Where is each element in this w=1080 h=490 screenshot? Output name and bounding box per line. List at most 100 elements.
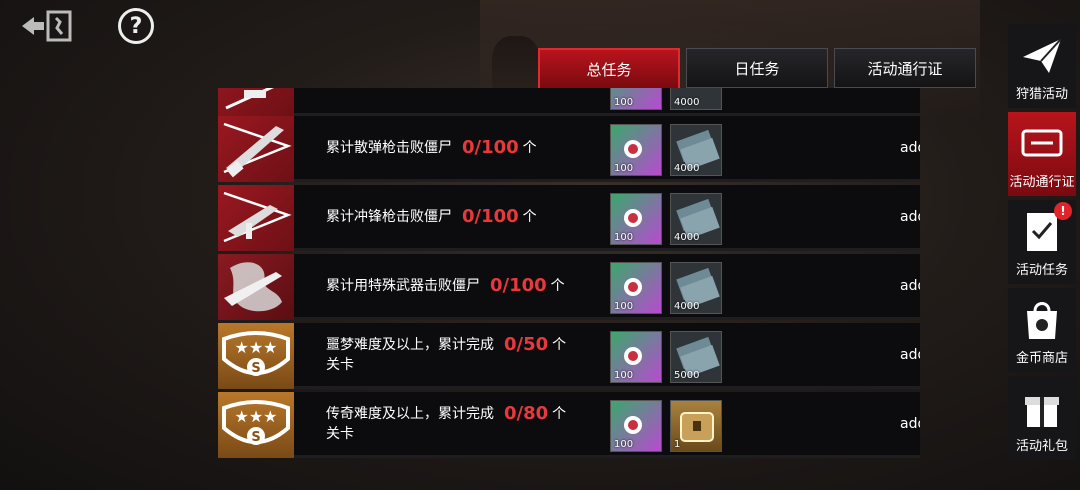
gift-icon (1025, 397, 1059, 427)
sidebar-item-event-pass[interactable]: 活动通行证 (1008, 112, 1076, 196)
background-figure (492, 36, 540, 94)
add-label: add (900, 346, 920, 363)
task-row: 累计冲锋枪击败僵尸 0/100 个 100 4000 add (218, 185, 920, 251)
sidebar-label: 金币商店 (1015, 351, 1068, 366)
reward-qty: 100 (614, 97, 634, 108)
reward-qty: 5000 (674, 370, 700, 381)
help-label: ? (129, 13, 143, 39)
task-progress: 0/100 (490, 274, 547, 296)
tab-total-tasks[interactable]: 总任务 (538, 48, 680, 90)
task-description: 传奇难度及以上，累计完成 0/80 个 关卡 (326, 392, 596, 455)
task-text: 传奇难度及以上，累计完成 (326, 405, 494, 422)
reward-qty: 4000 (674, 301, 700, 312)
svg-text:S: S (251, 430, 260, 445)
sidebar-item-hunting-event[interactable]: 狩猎活动 (1008, 24, 1076, 108)
task-description: 噩梦难度及以上，累计完成 0/50 个 关卡 (326, 323, 596, 386)
task-text-continued: 关卡 (326, 425, 354, 442)
task-unit: 个 (522, 139, 537, 156)
tab-event-pass[interactable]: 活动通行证 (834, 48, 976, 88)
add-label: add (900, 139, 920, 156)
add-button[interactable]: add (900, 116, 920, 179)
ticket-reward[interactable]: 100 (610, 88, 662, 110)
reward-qty: 4000 (674, 163, 700, 174)
three-star-badge-icon: ★★★ S (218, 323, 294, 389)
task-unit: 个 (552, 336, 567, 353)
reward-qty: 1 (674, 439, 681, 450)
cash-reward[interactable]: 4000 (670, 124, 722, 176)
tab-label: 活动通行证 (867, 59, 943, 78)
exit-door-icon (22, 10, 72, 42)
help-button[interactable]: ? (118, 8, 154, 44)
sidebar-item-coin-shop[interactable]: 金币商店 (1008, 288, 1076, 372)
sidebar-label: 活动通行证 (1009, 175, 1075, 190)
task-unit: 个 (552, 405, 567, 422)
sidebar-label: 活动礼包 (1015, 439, 1068, 454)
tab-daily-tasks[interactable]: 日任务 (686, 48, 828, 88)
task-progress: 0/50 (504, 333, 549, 355)
svg-text:S: S (251, 361, 260, 376)
task-text: 累计用特殊武器击败僵尸 (326, 277, 480, 294)
task-description: 累计冲锋枪击败僵尸 0/100 个 (326, 185, 596, 248)
ticket-reward[interactable]: 100 (610, 193, 662, 245)
shotgun-icon (218, 116, 294, 182)
weapon-icon (218, 88, 294, 116)
add-button[interactable]: add (900, 392, 920, 455)
cash-reward[interactable]: 4000 (670, 88, 722, 110)
add-label: add (900, 277, 920, 294)
task-text: 累计散弹枪击败僵尸 (326, 139, 452, 156)
reward-qty: 100 (614, 370, 634, 381)
sidebar-label: 活动任务 (1015, 263, 1068, 278)
reward-qty: 100 (614, 232, 634, 243)
sidebar-item-event-tasks[interactable]: 活动任务 ! (1008, 200, 1076, 284)
shopping-bag-icon (1027, 302, 1057, 339)
dragon-weapon-icon (218, 254, 294, 320)
tab-label: 总任务 (586, 60, 632, 79)
ticket-icon (1021, 129, 1063, 157)
sidebar-label: 狩猎活动 (1015, 87, 1068, 102)
svg-text:★★★: ★★★ (234, 338, 277, 357)
task-row: 累计用特殊武器击败僵尸 0/100 个 100 4000 add (218, 254, 920, 320)
task-progress: 0/80 (504, 402, 549, 424)
task-text-continued: 关卡 (326, 356, 354, 373)
reward-qty: 4000 (674, 97, 700, 108)
notification-badge: ! (1054, 202, 1072, 220)
add-button[interactable]: add (900, 323, 920, 386)
three-star-badge-icon: ★★★ S (218, 392, 294, 458)
task-row: ★★★ S 传奇难度及以上，累计完成 0/80 个 关卡 100 1 add (218, 392, 920, 458)
back-button[interactable] (18, 8, 74, 44)
task-list[interactable]: 100 4000 累计散弹枪击败僵尸 0/100 个 100 4000 add (218, 88, 920, 462)
reward-qty: 100 (614, 439, 634, 450)
tab-bar: 总任务 日任务 活动通行证 (538, 48, 976, 90)
add-button[interactable]: add (900, 185, 920, 248)
ticket-reward[interactable]: 100 (610, 400, 662, 452)
task-unit: 个 (550, 277, 565, 294)
paper-plane-icon (1023, 38, 1062, 73)
task-progress: 0/100 (462, 136, 519, 158)
task-row: 累计散弹枪击败僵尸 0/100 个 100 4000 add (218, 116, 920, 182)
add-button[interactable]: add (900, 254, 920, 317)
tab-label: 日任务 (734, 59, 780, 78)
task-description: 累计散弹枪击败僵尸 0/100 个 (326, 116, 596, 179)
cash-reward[interactable]: 5000 (670, 331, 722, 383)
sidebar-item-event-pack[interactable]: 活动礼包 (1008, 376, 1076, 460)
ticket-reward[interactable]: 100 (610, 124, 662, 176)
chest-reward[interactable]: 1 (670, 400, 722, 452)
task-unit: 个 (522, 208, 537, 225)
task-text: 噩梦难度及以上，累计完成 (326, 336, 494, 353)
add-label: add (900, 208, 920, 225)
task-row: ★★★ S 噩梦难度及以上，累计完成 0/50 个 关卡 100 5000 ad… (218, 323, 920, 389)
task-description: 累计用特殊武器击败僵尸 0/100 个 (326, 254, 596, 317)
cash-reward[interactable]: 4000 (670, 193, 722, 245)
reward-qty: 4000 (674, 232, 700, 243)
ticket-reward[interactable]: 100 (610, 331, 662, 383)
reward-qty: 100 (614, 163, 634, 174)
task-progress: 0/100 (462, 205, 519, 227)
cash-reward[interactable]: 4000 (670, 262, 722, 314)
ticket-reward[interactable]: 100 (610, 262, 662, 314)
add-label: add (900, 415, 920, 432)
svg-text:★★★: ★★★ (234, 407, 277, 426)
smg-icon (218, 185, 294, 251)
reward-qty: 100 (614, 301, 634, 312)
task-row: 100 4000 (218, 88, 920, 116)
task-text: 累计冲锋枪击败僵尸 (326, 208, 452, 225)
